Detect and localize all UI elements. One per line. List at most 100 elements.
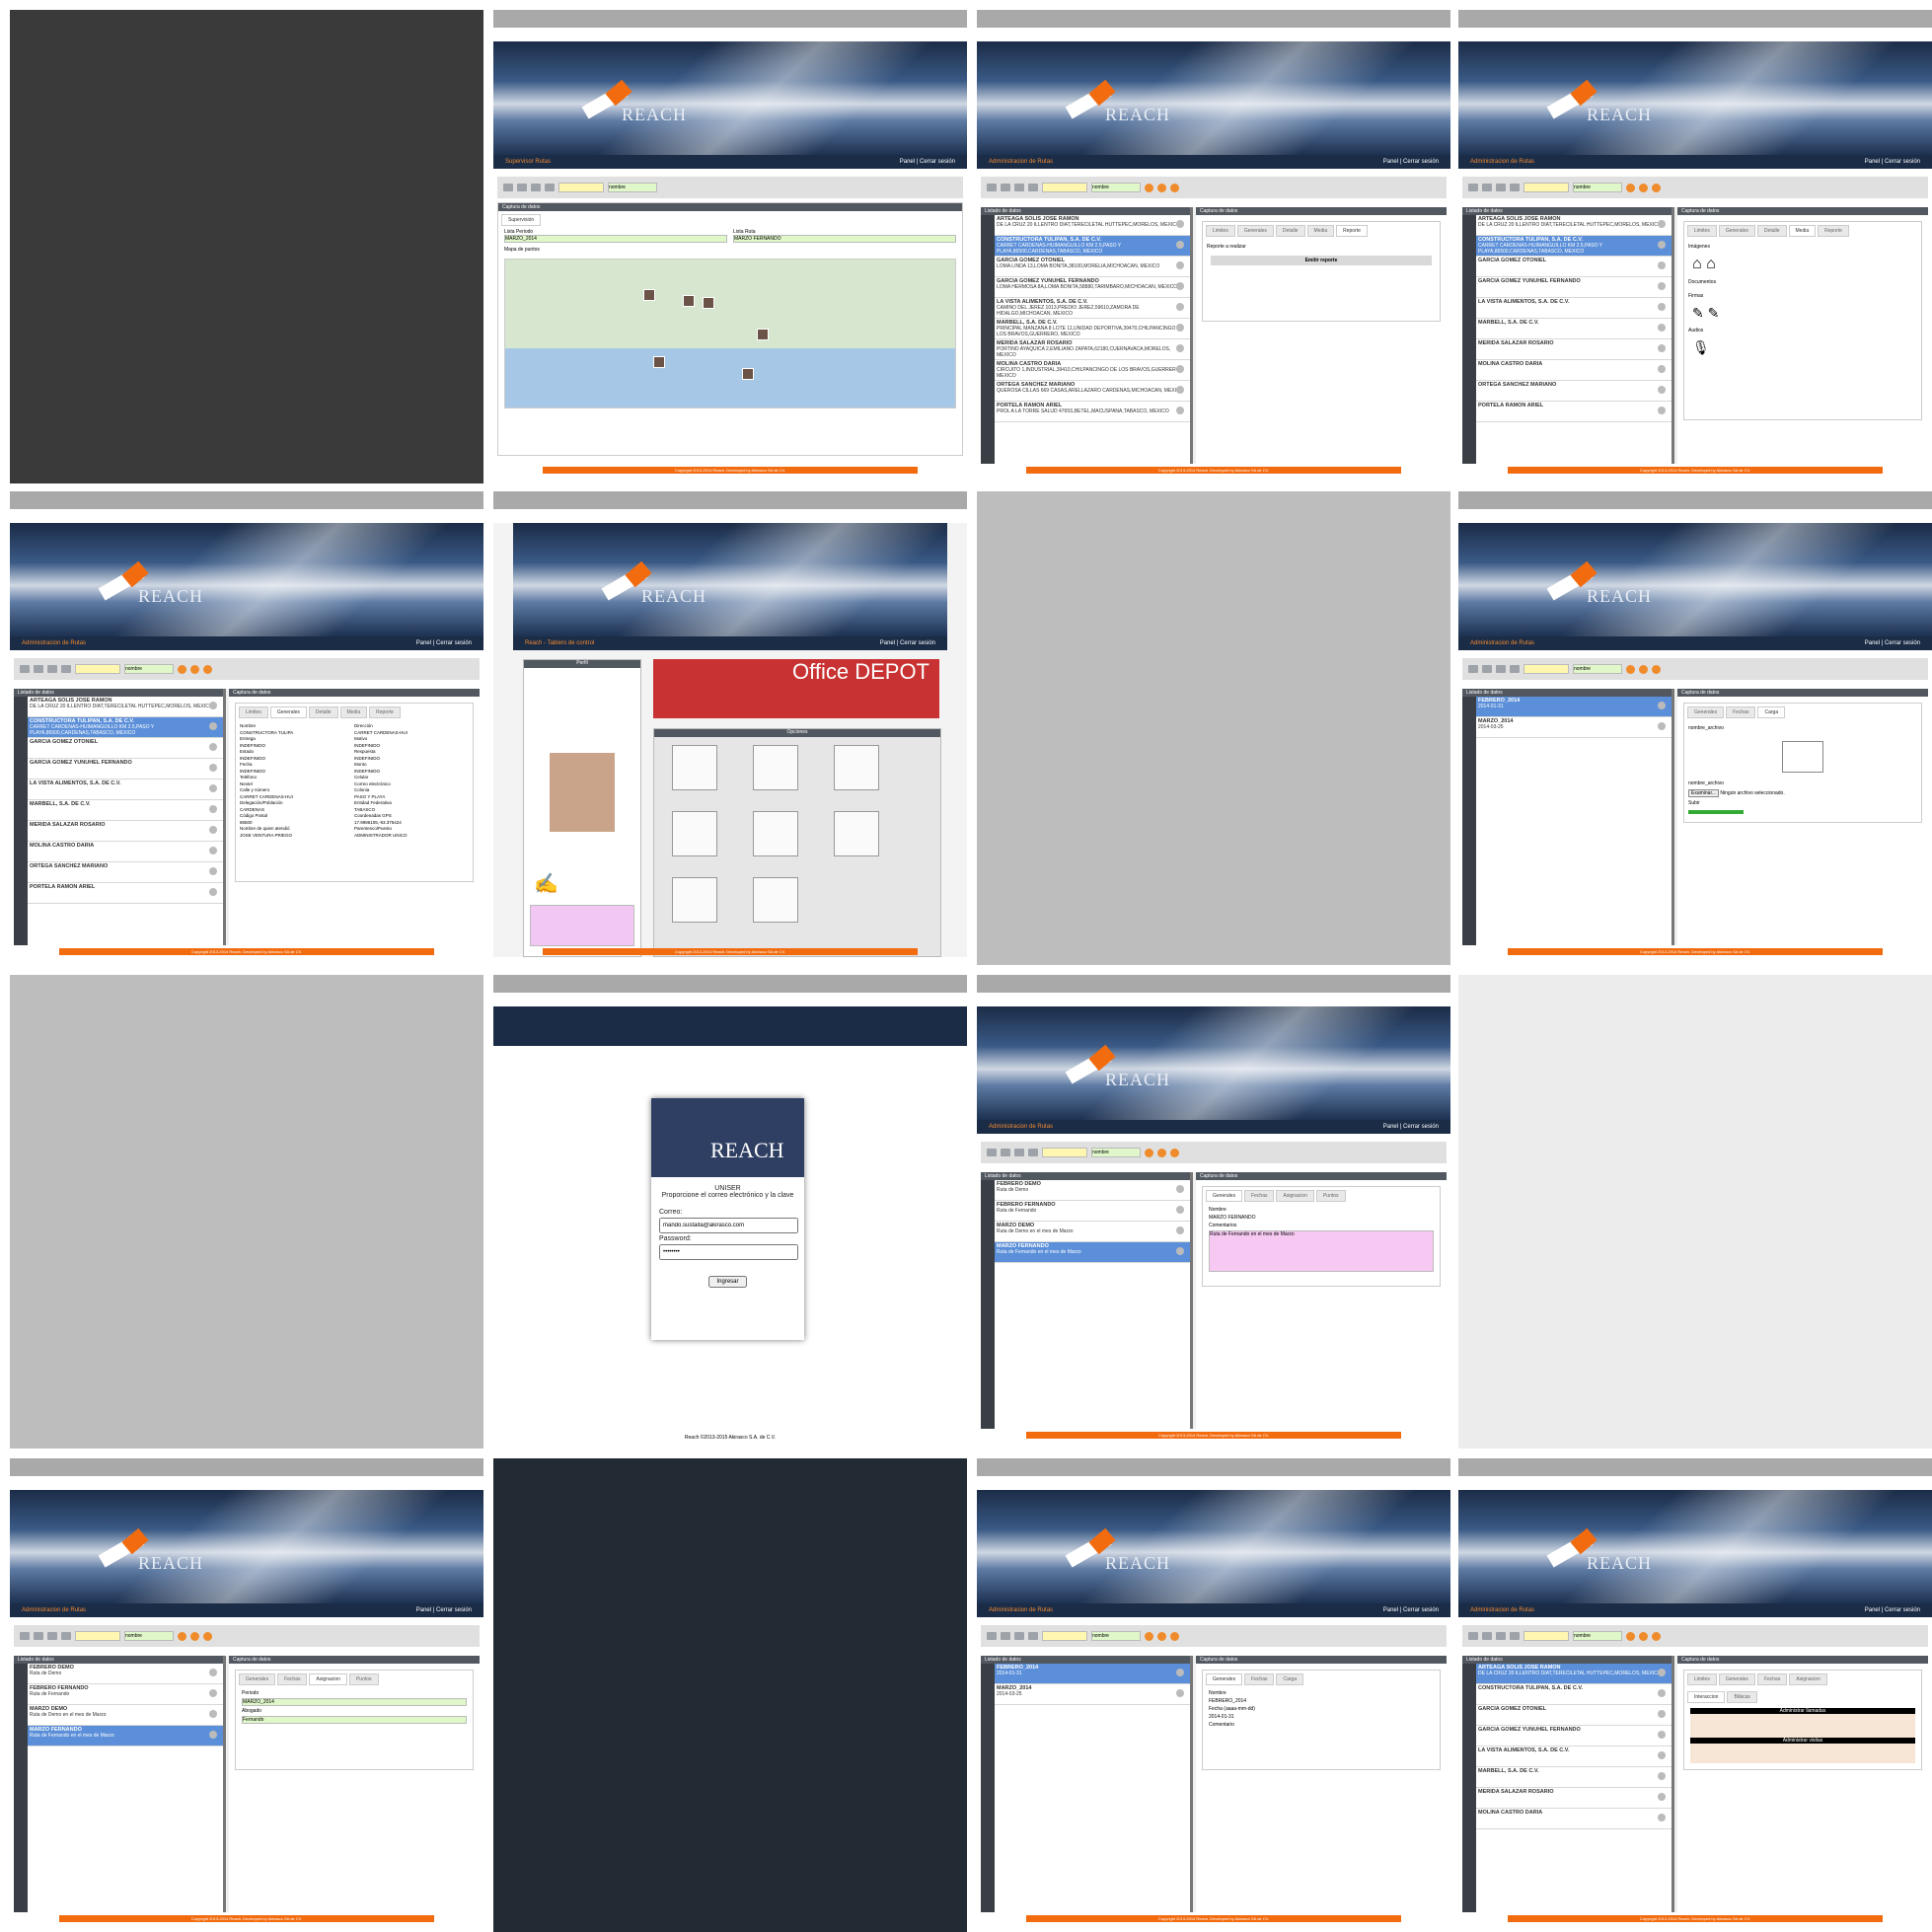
list-item[interactable]: MARZO_2014 2014-03-25: [1476, 717, 1672, 738]
list-item[interactable]: LA VISTA ALIMENTOS, S.A. DE C.V.: [28, 780, 223, 800]
list-item[interactable]: FEBRERO_2014 2014-01-31: [1476, 697, 1672, 717]
list-item[interactable]: GARCIA GOMEZ OTONIEL: [28, 738, 223, 759]
list-item[interactable]: CONSTRUCTORA TULIPAN, S.A. DE C.V.: [1476, 1684, 1672, 1705]
list-item[interactable]: PORTELA RAMON ARIEL PROL A LA TORRE SALUD…: [995, 402, 1190, 422]
list-item[interactable]: FEBRERO FERNANDO Ruta de Fernando: [28, 1684, 223, 1705]
last-button[interactable]: [1028, 184, 1038, 191]
map-pin-avatar[interactable]: [683, 295, 695, 307]
list-item[interactable]: MOLINA CASTRO DARIA: [1476, 360, 1672, 381]
list-item[interactable]: CONSTRUCTORA TULIPAN, S.A. DE C.V. CARRET…: [1476, 236, 1672, 257]
search-input[interactable]: [558, 183, 604, 192]
list-item[interactable]: GARCIA GOMEZ YUNUHEL FERNANDO: [28, 759, 223, 780]
prev-button[interactable]: [503, 184, 513, 191]
map-pin-avatar[interactable]: [643, 289, 655, 301]
search-input[interactable]: [1523, 664, 1569, 674]
map-pin-avatar[interactable]: [742, 368, 754, 380]
tab-generales[interactable]: Generales: [1236, 225, 1274, 237]
list-item[interactable]: LA VISTA ALIMENTOS, S.A. DE C.V.: [1476, 298, 1672, 319]
first-button[interactable]: [1014, 184, 1024, 191]
list-item[interactable]: ARTEAGA SOLIS JOSE RAMON DE LA CRUZ 20 IL…: [1476, 215, 1672, 236]
list-item[interactable]: MARZO FERNANDO Ruta de Fernando en el mes…: [995, 1242, 1190, 1263]
pen-icon[interactable]: ✎ ✎: [1684, 303, 1921, 324]
tab-limites[interactable]: Limites: [1206, 225, 1235, 237]
routes-map-icon[interactable]: [834, 745, 879, 790]
home-icon[interactable]: ⌂ ⌂: [1684, 254, 1921, 275]
field-select[interactable]: nombre: [1091, 183, 1141, 192]
list-item[interactable]: MARZO FERNANDO Ruta de Fernando en el mes…: [28, 1726, 223, 1746]
list-item[interactable]: GARCIA GOMEZ YUNUHEL FERNANDO: [1476, 1726, 1672, 1746]
field-select[interactable]: nombre: [1573, 183, 1622, 192]
list-item[interactable]: CONSTRUCTORA TULIPAN, S.A. DE C.V. CARRET…: [995, 236, 1190, 257]
list-item[interactable]: GARCIA GOMEZ YUNUHEL FERNANDO LOMA HERMOS…: [995, 277, 1190, 298]
routes-icon[interactable]: [753, 745, 798, 790]
delete-icon[interactable]: [1170, 183, 1179, 192]
list-item[interactable]: MOLINA CASTRO DARIA CIRCUITO 1,INDUSTRIAL…: [995, 360, 1190, 381]
map-view[interactable]: [504, 259, 956, 409]
tab-interaccion[interactable]: Interaccion: [1687, 1691, 1726, 1703]
list-item[interactable]: GARCIA GOMEZ OTONIEL LOMA LINDA 13,LOMA B…: [995, 257, 1190, 277]
search-input[interactable]: [75, 1631, 120, 1641]
tab-asignacion[interactable]: Asignacion: [309, 1673, 347, 1685]
list-item[interactable]: LA VISTA ALIMENTOS, S.A. DE C.V. CAMINO D…: [995, 298, 1190, 319]
clients-icon[interactable]: [672, 877, 717, 923]
list-item[interactable]: MOLINA CASTRO DARIA: [1476, 1809, 1672, 1829]
list-item[interactable]: ORTEGA SANCHEZ MARIANO: [1476, 381, 1672, 402]
prev-button[interactable]: [987, 184, 997, 191]
list-item[interactable]: MARBELL, S.A. DE C.V.: [1476, 319, 1672, 339]
field-select[interactable]: nombre: [608, 183, 657, 192]
upload-button[interactable]: Subir: [1684, 798, 1921, 808]
tab-reporte[interactable]: Reporte: [1336, 225, 1368, 237]
list-item[interactable]: MARZO_2014 2014-03-25: [995, 1684, 1190, 1705]
map-pin-avatar[interactable]: [757, 329, 769, 340]
tab-generales[interactable]: Generales: [269, 706, 307, 718]
map-pin-avatar[interactable]: [653, 356, 665, 368]
search-input[interactable]: [1042, 1148, 1087, 1157]
list-item[interactable]: GARCIA GOMEZ OTONIEL: [1476, 1705, 1672, 1726]
list-item[interactable]: MERIDA SALAZAR ROSARIO: [1476, 1788, 1672, 1809]
periodo-select[interactable]: MARZO_2014: [504, 235, 727, 243]
list-item[interactable]: GARCIA GOMEZ OTONIEL: [1476, 257, 1672, 277]
list-item[interactable]: MOLINA CASTRO DARIA: [28, 842, 223, 862]
map-pin-avatar[interactable]: [703, 297, 714, 309]
list-item[interactable]: MARBELL, S.A. DE C.V.: [28, 800, 223, 821]
list-item[interactable]: MARBELL, S.A. DE C.V.: [1476, 1767, 1672, 1788]
list-item[interactable]: FEBRERO DEMO Ruta de Demo: [28, 1664, 223, 1684]
list-item[interactable]: MERIDA SALAZAR ROSARIO: [1476, 339, 1672, 360]
list-item[interactable]: FEBRERO FERNANDO Ruta de Fernando: [995, 1201, 1190, 1222]
list-item[interactable]: ORTEGA SANCHEZ MARIANO QUEROSA CILLAS 669…: [995, 381, 1190, 402]
next-button[interactable]: [1001, 184, 1010, 191]
list-item[interactable]: LA VISTA ALIMENTOS, S.A. DE C.V.: [1476, 1746, 1672, 1767]
tab-generales[interactable]: Generales: [1206, 1190, 1243, 1202]
search-input[interactable]: [75, 664, 120, 674]
list-item[interactable]: CONSTRUCTORA TULIPAN, S.A. DE C.V. CARRET…: [28, 717, 223, 738]
list-item[interactable]: MERIDA SALAZAR ROSARIO PORTINO AYAQUICA 2…: [995, 339, 1190, 360]
list-item[interactable]: MARBELL, S.A. DE C.V. PRINCIPAL MANZANA 8…: [995, 319, 1190, 339]
first-button[interactable]: [531, 184, 541, 191]
list-item[interactable]: ARTEAGA SOLIS JOSE RAMON DE LA CRUZ 20 IL…: [1476, 1664, 1672, 1684]
data-icon[interactable]: [753, 811, 798, 856]
list-item[interactable]: FEBRERO_2014 2014-01-31: [995, 1664, 1190, 1684]
browse-button[interactable]: Examinar...: [1688, 789, 1720, 797]
ruta-select[interactable]: MARZO FERNANDO: [733, 235, 956, 243]
add-icon[interactable]: [1145, 183, 1153, 192]
edit-icon[interactable]: [1157, 183, 1166, 192]
tab-media[interactable]: Media: [1306, 225, 1335, 237]
search-input[interactable]: [1042, 1631, 1087, 1641]
comments-textarea[interactable]: Ruta de Fernando en el mes de Marzo: [1209, 1230, 1434, 1272]
list-item[interactable]: ARTEAGA SOLIS JOSE RAMON DE LA CRUZ 20 IL…: [995, 215, 1190, 236]
list-item[interactable]: MARZO DEMO Ruta de Demo en el mes de Marz…: [995, 1222, 1190, 1242]
list-item[interactable]: GARCIA GOMEZ YUNUHEL FERNANDO: [1476, 277, 1672, 298]
nav-links[interactable]: Panel | Cerrar sesión: [1865, 155, 1920, 169]
list-item[interactable]: FEBRERO DEMO Ruta de Demo: [995, 1180, 1190, 1201]
login-button[interactable]: Ingresar: [708, 1276, 747, 1288]
tab-supervision[interactable]: Supervisión: [501, 214, 542, 226]
list-item[interactable]: ARTEAGA SOLIS JOSE RAMON DE LA CRUZ 20 IL…: [28, 697, 223, 717]
list-item[interactable]: ORTEGA SANCHEZ MARIANO: [28, 862, 223, 883]
tab-detalle[interactable]: Detalle: [1275, 225, 1305, 237]
emit-report-button[interactable]: Emitir reporte: [1211, 256, 1432, 265]
followup-icon[interactable]: [753, 877, 798, 923]
email-field[interactable]: [659, 1218, 799, 1233]
list-item[interactable]: PORTELA RAMON ARIEL: [28, 883, 223, 904]
microphone-icon[interactable]: 🎙: [1684, 337, 1921, 358]
list-item[interactable]: PORTELA RAMON ARIEL: [1476, 402, 1672, 422]
